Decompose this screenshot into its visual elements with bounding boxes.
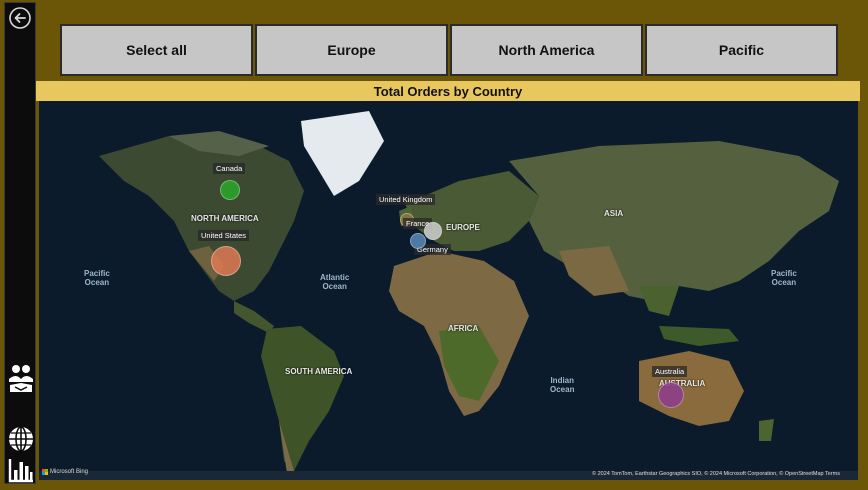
region-label-south-america: SOUTH AMERICA: [285, 367, 353, 376]
bubble-france[interactable]: [424, 222, 442, 240]
europe-filter-button[interactable]: Europe: [255, 24, 448, 76]
ocean-label-atlantic: Atlantic Ocean: [320, 273, 350, 291]
bar-chart-icon[interactable]: [7, 456, 35, 484]
country-label-canada: Canada: [213, 163, 246, 174]
customers-icon[interactable]: [7, 363, 35, 392]
bing-label: Microsoft Bing: [50, 469, 89, 475]
country-label-united-kingdom: United Kingdom: [376, 194, 436, 205]
region-label-asia: ASIA: [604, 209, 624, 218]
ocean-label-pacific-east: Pacific Ocean: [771, 269, 797, 287]
ocean-label-pacific-west: Pacific Ocean: [84, 269, 110, 287]
sidebar: [4, 2, 36, 484]
orders-map[interactable]: NORTH AMERICA EUROPE ASIA AFRICA SOUTH A…: [39, 101, 858, 480]
globe-icon[interactable]: [7, 425, 35, 453]
map-attribution[interactable]: © 2024 TomTom, Earthstar Geographics SIO…: [592, 471, 840, 477]
bing-logo: Microsoft Bing: [42, 469, 88, 475]
map-title: Total Orders by Country: [36, 81, 860, 101]
microsoft-logo-icon: [42, 469, 48, 475]
north-america-filter-button[interactable]: North America: [450, 24, 643, 76]
ocean-label-indian: Indian Ocean: [550, 376, 575, 394]
country-label-australia: Australia: [652, 366, 688, 377]
select-all-button[interactable]: Select all: [60, 24, 253, 76]
region-label-africa: AFRICA: [448, 324, 479, 333]
bubble-germany[interactable]: [410, 233, 426, 249]
bubble-united-states[interactable]: [211, 246, 241, 276]
world-map-background: [39, 101, 858, 480]
back-arrow-icon[interactable]: [8, 6, 32, 30]
bubble-canada[interactable]: [220, 180, 240, 200]
region-label-europe: EUROPE: [446, 223, 480, 232]
region-label-north-america: NORTH AMERICA: [191, 214, 259, 223]
bubble-australia[interactable]: [658, 382, 684, 408]
country-label-united-states: United States: [198, 230, 250, 241]
pacific-filter-button[interactable]: Pacific: [645, 24, 838, 76]
region-filter-bar: Select all Europe North America Pacific: [58, 24, 840, 78]
